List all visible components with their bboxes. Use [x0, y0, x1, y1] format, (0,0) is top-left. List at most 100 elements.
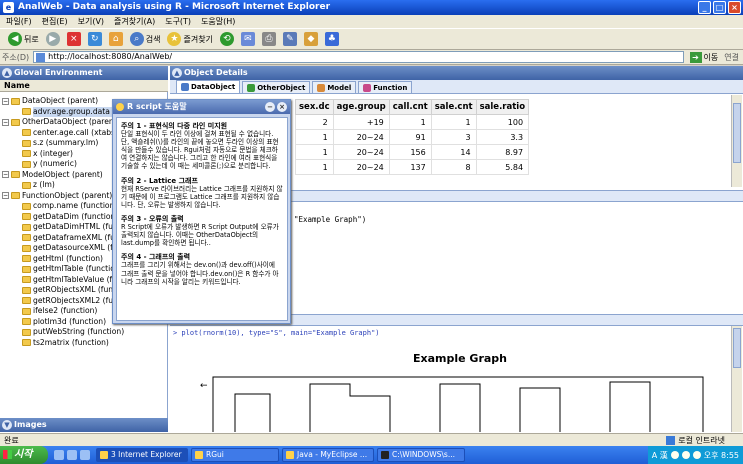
collapse-node-icon[interactable]: −	[2, 171, 9, 179]
menu-view[interactable]: 보기(V)	[78, 16, 104, 27]
tree-leaf[interactable]: z (lm)	[22, 180, 55, 191]
tree-leaf[interactable]: ts2matrix (function)	[22, 338, 109, 349]
tab-model[interactable]: Model	[312, 81, 357, 93]
links-label[interactable]: 연결	[724, 52, 743, 63]
popup-close-button[interactable]: ×	[277, 102, 287, 112]
tray-icon[interactable]	[692, 451, 701, 459]
column-header[interactable]: sale.cnt	[430, 99, 477, 115]
column-header[interactable]: age.group	[332, 99, 390, 115]
images-header[interactable]: ▼ Images	[0, 418, 168, 432]
tab-dataobject[interactable]: DataObject	[176, 80, 241, 93]
tree-leaf[interactable]: ifelse2 (function)	[22, 306, 97, 317]
minimize-button[interactable]: _	[698, 1, 711, 14]
column-header[interactable]: sex.dc	[295, 99, 334, 115]
ime-indicator[interactable]: A 漢	[652, 450, 668, 461]
start-button[interactable]: 시작	[0, 446, 48, 464]
back-button[interactable]: ◀ 뒤로	[8, 32, 39, 46]
collapse-node-icon[interactable]: −	[2, 118, 9, 126]
tree-node[interactable]: − DataObject (parent)	[2, 96, 98, 107]
tree-leaf[interactable]: plotlm3d (function)	[22, 317, 106, 328]
stop-icon[interactable]: ×	[66, 32, 81, 46]
table-cell: +19	[332, 114, 390, 130]
favorites-button[interactable]: ★ 즐겨찾기	[167, 32, 213, 46]
go-arrow-icon: ➔	[689, 51, 702, 63]
tree-leaf[interactable]: advr.age.group.data (c	[22, 106, 120, 117]
star-icon: ★	[167, 32, 182, 46]
graph-title: Example Graph	[412, 352, 507, 365]
collapse-node-icon[interactable]: −	[2, 192, 9, 200]
column-header[interactable]: sale.ratio	[475, 99, 530, 115]
popup-header[interactable]: R script 도움말 − ×	[113, 100, 290, 114]
menu-favorites[interactable]: 즐겨찾기(A)	[114, 16, 155, 27]
popup-minimize-button[interactable]: −	[265, 102, 275, 112]
scroll-thumb[interactable]	[733, 328, 741, 368]
task-myeclipse[interactable]: Java - MyEclipse ...	[282, 448, 374, 462]
column-header[interactable]: call.cnt	[388, 99, 432, 115]
menu-file[interactable]: 파일(F)	[6, 16, 32, 27]
tab-otherobject[interactable]: OtherObject	[242, 81, 311, 93]
tree-leaf[interactable]: putWebString (function)	[22, 327, 124, 338]
forward-arrow-icon[interactable]: ▶	[45, 32, 60, 46]
tree-leaf[interactable]: s.z (summary.lm)	[22, 138, 98, 149]
history-icon[interactable]: ⟲	[219, 32, 234, 46]
media-icon[interactable]	[80, 450, 90, 460]
menu-edit[interactable]: 편집(E)	[42, 16, 68, 27]
tab-label: DataObject	[191, 83, 236, 91]
menu-tools[interactable]: 도구(T)	[165, 16, 191, 27]
tray-icon[interactable]	[670, 451, 679, 459]
table-row[interactable]: 1 20~24 91 3 3.3	[295, 129, 530, 145]
messenger-icon[interactable]: ◆	[303, 32, 318, 46]
tree-leaf[interactable]: getHtmlTable (function)	[22, 264, 123, 275]
table-row[interactable]: 1 20~24 137 8 5.84	[295, 159, 530, 175]
maximize-button[interactable]: □	[713, 1, 726, 14]
tree-leaf[interactable]: x (integer)	[22, 149, 73, 160]
tree-node[interactable]: − ModelObject (parent)	[2, 170, 103, 181]
tools-icon[interactable]: ♣	[324, 32, 339, 46]
object-tabs: DataObject OtherObject Model Function	[170, 80, 743, 94]
table-row[interactable]: 2 +19 1 1 100	[295, 114, 530, 130]
home-icon[interactable]: ⌂	[108, 32, 123, 46]
table-row[interactable]: 1 20~24 156 14 8.97	[295, 144, 530, 160]
r-script-help-popup: R script 도움말 − × 주의 1 - 표현식의 다중 라인 미지원 단…	[112, 99, 291, 324]
search-button[interactable]: ⌕ 검색	[129, 32, 160, 46]
object-details-header[interactable]: ▲ Object Details	[170, 66, 743, 80]
tree-node[interactable]: − OtherDataObject (parent)	[2, 117, 120, 128]
task-label: C:\WINDOWS\s...	[392, 450, 455, 459]
gloval-environment-header[interactable]: ▲ Gloval Environment	[0, 66, 168, 80]
desktop-icon[interactable]	[54, 450, 64, 460]
task-internet-explorer[interactable]: 3 Internet Explorer	[96, 448, 188, 462]
expand-icon[interactable]: ▼	[2, 420, 12, 430]
menu-help[interactable]: 도움말(H)	[201, 16, 235, 27]
grid-scrollbar[interactable]	[731, 95, 742, 187]
popup-title: R script 도움말	[127, 102, 187, 111]
task-cmd[interactable]: C:\WINDOWS\s...	[377, 448, 465, 462]
folder-icon	[22, 318, 31, 326]
tray-icon[interactable]	[681, 451, 690, 459]
refresh-icon[interactable]: ↻	[87, 32, 102, 46]
tree-leaf[interactable]: y (numeric)	[22, 159, 77, 170]
close-button[interactable]: ×	[728, 1, 741, 14]
collapse-icon[interactable]: ▲	[172, 68, 182, 78]
back-label: 뒤로	[24, 34, 39, 44]
tree-leaf[interactable]: getDataDim (function)	[22, 212, 118, 223]
output-scrollbar[interactable]	[731, 326, 742, 432]
edit-icon[interactable]: ✎	[282, 32, 297, 46]
collapse-icon[interactable]: ▲	[2, 68, 12, 78]
mail-icon[interactable]: ✉	[240, 32, 255, 46]
ie-task-icon	[100, 451, 108, 459]
tab-function[interactable]: Function	[358, 81, 413, 93]
model-icon	[317, 83, 326, 92]
collapse-node-icon[interactable]: −	[2, 97, 9, 105]
address-input[interactable]: http://localhost:8080/AnalWeb/	[33, 51, 684, 63]
security-zone[interactable]: 로컬 인트라넷	[666, 435, 743, 446]
go-button[interactable]: ➔ 이동	[684, 51, 725, 63]
task-rgui[interactable]: RGui	[191, 448, 279, 462]
print-icon[interactable]: ⎙	[261, 32, 276, 46]
tree-node[interactable]: − FunctionObject (parent)	[2, 191, 112, 202]
tree-leaf[interactable]: comp.name (function)	[22, 201, 117, 212]
scroll-thumb[interactable]	[733, 103, 741, 163]
tree-leaf[interactable]: getHtml (function)	[22, 254, 103, 265]
tree-leaf[interactable]: center.age.call (xtabs)	[22, 128, 118, 139]
ie-quicklaunch-icon[interactable]	[67, 450, 77, 460]
tree-column-header[interactable]: Name	[0, 80, 168, 92]
